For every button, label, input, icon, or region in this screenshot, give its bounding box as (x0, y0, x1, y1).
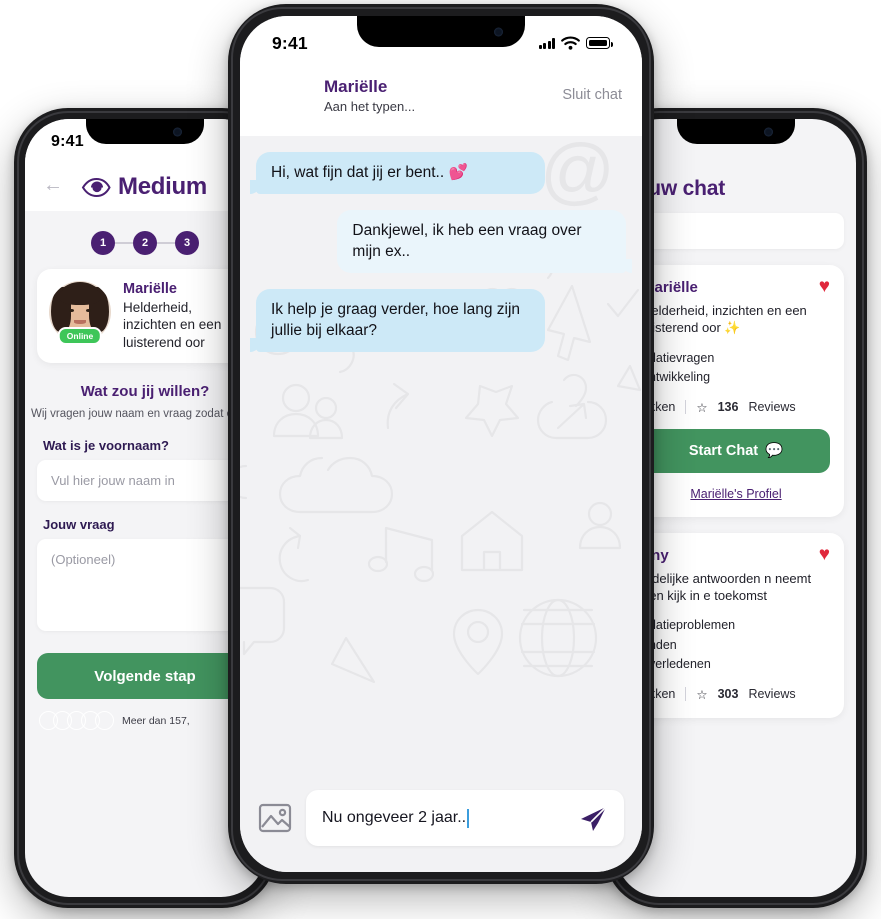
center-phone-notch (357, 16, 525, 47)
step-divider (115, 242, 133, 244)
avatar-group (39, 711, 114, 731)
step-3[interactable]: 3 (175, 231, 199, 255)
center-phone-screen: 9:41 Mariëlle Aan het typen... Sluit cha… (240, 16, 642, 872)
message-input-value-wrap: Nu ongeveer 2 jaar.. (322, 808, 568, 828)
tag: relatievragen (642, 350, 715, 365)
screenshot-stage: 9:41 ← Medium 1 2 3 Online Mariëlle Held… (0, 0, 881, 919)
send-icon[interactable] (578, 804, 608, 832)
avatar (95, 711, 114, 731)
battery-icon (586, 37, 613, 49)
typing-status: Aan het typen... (324, 98, 416, 114)
step-1[interactable]: 1 (91, 231, 115, 255)
chat-bubble-icon: 💬 (765, 443, 784, 460)
start-chat-label: Start Chat (688, 442, 759, 459)
tag: relatieproblemen (642, 618, 736, 633)
image-icon[interactable] (258, 803, 292, 833)
front-camera-icon (494, 27, 503, 36)
question-textarea[interactable]: (Optioneel) (37, 539, 253, 632)
message-input-value: Nu ongeveer 2 jaar.. (322, 809, 467, 826)
advisor-name: Mariëlle (642, 279, 698, 296)
avatar[interactable] (260, 70, 310, 120)
star-icon: ☆ (696, 400, 708, 415)
start-chat-button[interactable]: Start Chat 💬 (642, 428, 830, 473)
heart-icon[interactable]: ♥ (819, 545, 830, 564)
wifi-icon (561, 36, 580, 50)
next-step-button[interactable]: Volgende stap (37, 653, 253, 700)
reviews-label: Reviews (748, 400, 796, 415)
left-status-time: 9:41 (51, 133, 84, 150)
center-phone-device: 9:41 Mariëlle Aan het typen... Sluit cha… (228, 4, 654, 884)
close-chat-button[interactable]: Sluit chat (562, 87, 622, 103)
advisor-tags: relatievragen ontwikkeling (642, 349, 830, 388)
front-camera-icon (764, 127, 773, 136)
reviews-count: 136 (717, 400, 739, 415)
first-name-input[interactable]: Vul hier jouw naam in (37, 460, 253, 502)
front-camera-icon (173, 127, 182, 136)
avatar: Online (49, 281, 111, 345)
reviews-label: Reviews (748, 687, 796, 701)
chat-composer: Nu ongeveer 2 jaar.. (240, 778, 642, 872)
right-phone-notch (677, 119, 795, 144)
status-badge: Online (57, 327, 103, 345)
advisor-profile-card[interactable]: Online Mariëlle Helderheid, inzichten en… (37, 269, 253, 363)
advisor-tags: relatieproblemen enden overledenen (642, 616, 830, 674)
meta-divider (685, 400, 687, 415)
step-2[interactable]: 2 (133, 231, 157, 255)
message-input[interactable]: Nu ongeveer 2 jaar.. (306, 790, 624, 846)
center-status-time: 9:41 (272, 32, 308, 53)
eye-icon (81, 177, 111, 197)
meta-divider (685, 687, 687, 701)
chat-message-incoming: Ik help je graag verder, hoe lang zijn j… (250, 289, 545, 353)
back-arrow-icon[interactable]: ← (43, 175, 63, 197)
heart-icon[interactable]: ♥ (819, 277, 830, 296)
advisor-meta: ekken ☆ 303 Reviews (642, 687, 830, 702)
cellular-signal-icon (538, 37, 555, 49)
message-list: Hi, wat fijn dat jij er bent.. 💕 Dankjew… (240, 136, 642, 353)
chat-body: @ Hi, wat fijn dat jij er bent.. 💕 Dankj… (240, 136, 642, 778)
advisor-description: Helderheid, inzichten en een luisterend … (123, 300, 222, 350)
advisor-card[interactable]: ♥ Mariëlle Helderheid, inzichten en een … (628, 265, 844, 517)
search-input[interactable] (628, 213, 844, 249)
chat-header-info: Mariëlle Aan het typen... (324, 77, 548, 114)
text-cursor (467, 808, 469, 828)
tag: overledenen (642, 657, 711, 672)
chat-message-incoming: Hi, wat fijn dat jij er bent.. 💕 (250, 152, 545, 195)
advisor-description: Helderheid, inzichten en een luisterend … (642, 303, 807, 336)
page-title: Medium (81, 173, 207, 201)
advisor-name: Mariëlle (123, 281, 177, 297)
chat-partner-name: Mariëlle (324, 76, 388, 96)
advisor-name: ony (642, 546, 669, 564)
chat-message-outgoing: Dankjewel, ik heb een vraag over mijn ex… (337, 210, 632, 274)
step-divider (157, 242, 175, 244)
center-status-icons (538, 36, 613, 50)
advisor-description: uidelijke antwoorden n neemt een kijk in… (642, 570, 812, 603)
left-phone-notch (86, 119, 204, 144)
social-proof-text: Meer dan 157, (122, 714, 190, 727)
profile-link[interactable]: Mariëlle's Profiel (642, 487, 830, 501)
tag: ontwikkeling (642, 370, 711, 385)
reviews-count: 303 (717, 687, 739, 701)
star-icon: ☆ (696, 687, 708, 702)
tag: enden (642, 637, 677, 652)
advisor-meta: ekken ☆ 136 Reviews (642, 400, 830, 415)
page-title-text: Medium (118, 173, 207, 200)
advisor-card[interactable]: ♥ ony uidelijke antwoorden n neemt een k… (628, 532, 844, 718)
